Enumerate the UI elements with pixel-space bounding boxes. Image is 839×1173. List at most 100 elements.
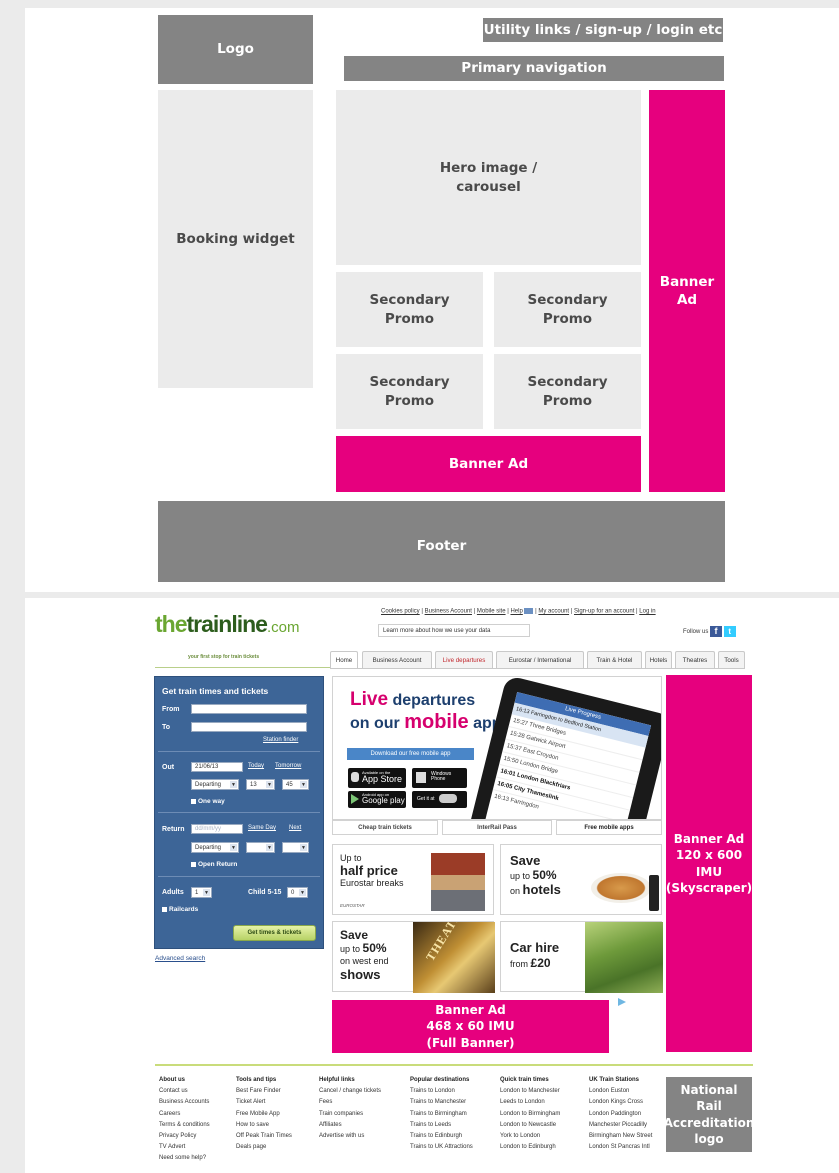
promo-hotels[interactable]: Save up to 50% on hotels [500, 844, 662, 915]
footer-link[interactable]: London to Edinburgh [500, 1142, 560, 1153]
tab-live-departures[interactable]: Live departures [435, 651, 493, 668]
tomorrow-link[interactable]: Tomorrow [275, 763, 301, 769]
checkbox-icon [162, 906, 167, 912]
today-link[interactable]: Today [248, 763, 264, 769]
chevron-down-icon: ▼ [266, 844, 273, 851]
return-hour-select[interactable]: ▼ [246, 842, 275, 853]
chevron-down-icon: ▼ [266, 781, 273, 788]
tab-tools[interactable]: Tools [718, 651, 745, 668]
footer-link[interactable]: How to save [236, 1120, 292, 1131]
child-select[interactable]: 0 ▼ [287, 887, 308, 898]
facebook-icon[interactable]: f [710, 626, 723, 637]
footer-link[interactable]: London Paddington [589, 1109, 652, 1120]
same-day-link[interactable]: Same Day [248, 825, 276, 831]
footer-link[interactable]: London to Birmingham [500, 1109, 560, 1120]
from-input[interactable] [191, 704, 307, 714]
sign-up-link[interactable]: Sign-up for an account [574, 609, 634, 615]
promo-text: from £20 [510, 956, 551, 970]
windows-phone-badge[interactable]: Windows Phone [412, 768, 467, 788]
footer-link[interactable]: Careers [159, 1109, 210, 1120]
footer-link[interactable]: York to London [500, 1131, 560, 1142]
from-label: From [162, 706, 180, 713]
footer-link[interactable]: Off Peak Train Times [236, 1131, 292, 1142]
app-store-badge[interactable]: Available on the App Store [348, 768, 406, 788]
hero-tab-interrail[interactable]: InterRail Pass [442, 820, 552, 835]
footer-link[interactable]: Advertise with us [319, 1131, 381, 1142]
blackberry-badge[interactable]: Get it at [412, 791, 467, 808]
footer-link[interactable]: Best Fare Finder [236, 1086, 292, 1097]
footer-link[interactable]: Trains to Edinburgh [410, 1131, 473, 1142]
advanced-search-link[interactable]: Advanced search [155, 955, 205, 962]
get-times-button[interactable]: Get times & tickets [233, 925, 316, 941]
footer-link[interactable]: Free Mobile App [236, 1109, 292, 1120]
footer-link[interactable]: Privacy Policy [159, 1131, 210, 1142]
footer-link[interactable]: Birmingham New Street [589, 1131, 652, 1142]
out-departing-select[interactable]: Departing ▼ [191, 779, 239, 790]
footer-link[interactable]: Trains to London [410, 1086, 473, 1097]
chevron-down-icon: ▼ [299, 889, 306, 896]
promo-car-hire[interactable]: Car hire from £20 [500, 921, 663, 993]
footer-link[interactable]: Train companies [319, 1109, 381, 1120]
footer-link[interactable]: London St Pancras Intl [589, 1142, 652, 1153]
out-date-input[interactable]: 21/06/13 [191, 762, 243, 772]
footer-link[interactable]: TV Advert [159, 1142, 210, 1153]
footer-link[interactable]: London Kings Cross [589, 1097, 652, 1108]
wireframe-logo: Logo [158, 15, 313, 84]
footer-link[interactable]: Business Accounts [159, 1097, 210, 1108]
log-in-link[interactable]: Log in [639, 609, 655, 615]
my-account-link[interactable]: My account [538, 609, 569, 615]
footer-link[interactable]: Cancel / change tickets [319, 1086, 381, 1097]
footer-link[interactable]: Trains to Birmingham [410, 1109, 473, 1120]
download-app-button[interactable]: Download our free mobile app [347, 748, 474, 760]
wireframe-secondary-promo: Secondary Promo [336, 354, 483, 429]
tab-business-account[interactable]: Business Account [362, 651, 432, 668]
station-finder-link[interactable]: Station finder [263, 737, 298, 743]
footer-link[interactable]: Contact us [159, 1086, 210, 1097]
hero-tab-mobile-apps[interactable]: Free mobile apps [556, 820, 662, 835]
footer-link[interactable]: Ticket Alert [236, 1097, 292, 1108]
tab-eurostar[interactable]: Eurostar / International [496, 651, 584, 668]
return-departing-select[interactable]: Departing ▼ [191, 842, 239, 853]
next-link[interactable]: Next [289, 825, 301, 831]
out-hour-select[interactable]: 13 ▼ [246, 779, 275, 790]
help-link[interactable]: Help [510, 609, 522, 615]
return-date-input[interactable]: dd/mm/yy [191, 824, 243, 834]
open-return-checkbox[interactable]: Open Return [191, 861, 237, 868]
hero-carousel[interactable]: Live departures on our mobile app Downlo… [332, 676, 662, 820]
footer-link[interactable]: Leeds to London [500, 1097, 560, 1108]
adults-select[interactable]: 1 ▼ [191, 887, 212, 898]
mobile-site-link[interactable]: Mobile site [477, 609, 506, 615]
footer-link[interactable]: Terms & conditions [159, 1120, 210, 1131]
footer-link[interactable]: Fees [319, 1097, 381, 1108]
cookies-policy-link[interactable]: Cookies policy [381, 609, 420, 615]
promo-eurostar[interactable]: Up to half price Eurostar breaks EUROSTA… [332, 844, 494, 915]
footer-link[interactable]: London Euston [589, 1086, 652, 1097]
footer-link[interactable]: Deals page [236, 1142, 292, 1153]
footer-link[interactable]: Trains to UK Attractions [410, 1142, 473, 1153]
footer-link[interactable]: Trains to Leeds [410, 1120, 473, 1131]
one-way-checkbox[interactable]: One way [191, 798, 225, 805]
to-input[interactable] [191, 722, 307, 732]
tab-home[interactable]: Home [330, 651, 358, 668]
trainline-logo[interactable]: thetrainline.com [155, 611, 299, 638]
twitter-icon[interactable]: t [723, 626, 736, 637]
return-minute-select[interactable]: ▼ [282, 842, 309, 853]
hero-tab-cheap-tickets[interactable]: Cheap train tickets [332, 820, 438, 835]
footer-link[interactable]: London to Newcastle [500, 1120, 560, 1131]
railcards-checkbox[interactable]: Railcards [162, 906, 198, 913]
tab-train-hotel[interactable]: Train & Hotel [587, 651, 642, 668]
footer-link[interactable]: Affiliates [319, 1120, 381, 1131]
footer-link[interactable]: Need some help? [159, 1153, 210, 1164]
cookie-message[interactable]: Learn more about how we use your data [378, 624, 530, 637]
business-account-link[interactable]: Business Account [425, 609, 472, 615]
footer-link[interactable]: Trains to Manchester [410, 1097, 473, 1108]
tab-hotels[interactable]: Hotels [645, 651, 672, 668]
tab-theatres[interactable]: Theatres [675, 651, 715, 668]
adchoices-icon[interactable] [618, 998, 626, 1006]
wireframe-banner-ad-side: Banner Ad [649, 90, 725, 492]
footer-link[interactable]: Manchester Piccadilly [589, 1120, 652, 1131]
promo-theatre[interactable]: Save up to 50% on west end shows THEATRE [332, 921, 495, 993]
out-minute-select[interactable]: 45 ▼ [282, 779, 309, 790]
google-play-badge[interactable]: Android app on Google play [348, 791, 406, 808]
footer-link[interactable]: London to Manchester [500, 1086, 560, 1097]
